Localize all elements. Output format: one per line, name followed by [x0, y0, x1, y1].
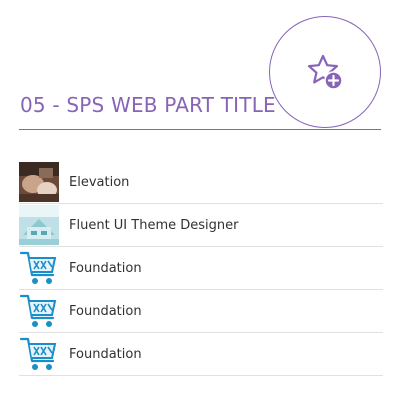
link-list: Elevation Fluent UI Theme Designer Found…: [19, 161, 383, 376]
elevation-photo-thumbnail: [19, 162, 59, 202]
list-item-fluent-ui-theme-designer[interactable]: Fluent UI Theme Designer: [19, 204, 383, 247]
shopping-cart-icon: [19, 248, 59, 288]
fluent-ui-photo-thumbnail: [19, 205, 59, 245]
shopping-cart-icon: [19, 334, 59, 374]
list-item-foundation[interactable]: Foundation: [19, 247, 383, 290]
list-item-elevation[interactable]: Elevation: [19, 161, 383, 204]
shopping-cart-icon: [19, 291, 59, 331]
list-item-label: Foundation: [69, 260, 142, 276]
list-item-foundation[interactable]: Foundation: [19, 333, 383, 376]
title-divider: [19, 129, 381, 130]
list-item-foundation[interactable]: Foundation: [19, 290, 383, 333]
list-item-label: Foundation: [69, 346, 142, 362]
add-favorite-button[interactable]: [269, 16, 381, 128]
list-item-label: Fluent UI Theme Designer: [69, 217, 239, 233]
list-item-label: Elevation: [69, 174, 130, 190]
favorite-star-add-icon: [307, 54, 343, 90]
list-item-label: Foundation: [69, 303, 142, 319]
web-part-title: 05 - SPS WEB PART TITLE: [20, 93, 276, 117]
web-part: 05 - SPS WEB PART TITLE Elevation Fluent…: [0, 0, 411, 403]
